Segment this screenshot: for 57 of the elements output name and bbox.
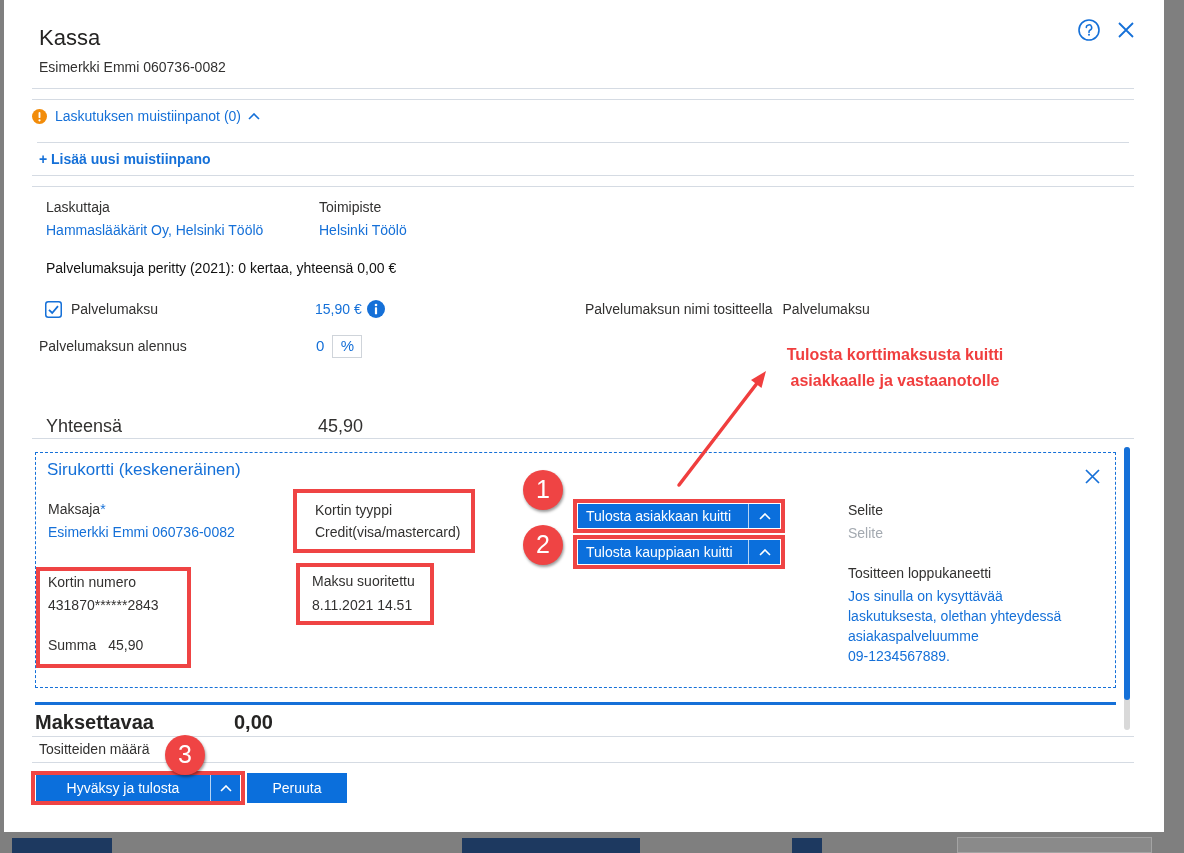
notes-toggle[interactable]: Laskutuksen muistiinpanot (0) xyxy=(55,106,260,126)
field-label: Summa xyxy=(48,636,97,655)
dropdown-button[interactable] xyxy=(748,540,780,564)
info-icon[interactable] xyxy=(366,300,385,318)
cancel-button[interactable]: Peruuta xyxy=(247,773,347,803)
field-value: Credit(visa/mastercard) xyxy=(315,523,462,542)
field-label: Palvelumaksu xyxy=(71,299,159,319)
dropdown-button[interactable] xyxy=(748,504,780,528)
description-field[interactable]: Selite xyxy=(848,522,1048,544)
approve-button[interactable]: Hyväksy ja tulosta xyxy=(36,775,210,801)
panel-title: Sirukortti (keskeneräinen) xyxy=(47,459,241,481)
amount-due-label: Maksettavaa xyxy=(35,710,155,735)
step-badge: 1 xyxy=(523,470,563,510)
field-label: Selite xyxy=(848,501,885,520)
total-label: Yhteensä xyxy=(46,415,124,438)
caret-icon xyxy=(219,784,232,792)
fee-amount: 15,90 € xyxy=(315,299,362,319)
field-link[interactable]: Hammaslääkärit Oy, Helsinki Töölö xyxy=(46,220,319,240)
field-label: Toimipiste xyxy=(319,198,383,217)
close-icon[interactable] xyxy=(1118,22,1134,38)
step-badge: 2 xyxy=(523,525,563,565)
unit-button[interactable]: % xyxy=(332,335,363,358)
fees-summary: Palvelumaksuja peritty (2021): 0 kertaa, yhteensä 0,00 € xyxy=(46,259,398,278)
total-value: 45,90 xyxy=(318,415,364,438)
annotation-note: Tulosta korttimaksusta kuitti asiakkaalle ja vastaanotolle xyxy=(785,345,1005,391)
caret-icon xyxy=(758,548,771,556)
field-value: 431870******2843 xyxy=(48,596,160,615)
amount-due-value: 0,00 xyxy=(234,710,273,735)
field-label: Palvelumaksun nimi tositteella xyxy=(585,299,773,319)
field-link[interactable]: Helsinki Töölö xyxy=(319,220,592,240)
dropdown-button[interactable] xyxy=(210,775,240,801)
dialog-title: Kassa xyxy=(39,24,102,52)
field-label: Kortin tyyppi xyxy=(315,501,394,520)
field-label: Maksaja* xyxy=(48,500,107,519)
field-label: Kortin numero xyxy=(48,573,137,592)
field-label: Maksu suoritettu xyxy=(312,572,416,591)
checkbox[interactable] xyxy=(45,300,62,318)
step-badge: 3 xyxy=(165,735,205,775)
add-note-link[interactable]: + Lisää uusi muistiinpano xyxy=(39,148,211,170)
field-label: Palvelumaksun alennus xyxy=(39,337,188,356)
field-label: Tositteen loppukaneetti xyxy=(848,564,993,583)
field-value: 8.11.2021 14.51 xyxy=(312,596,414,615)
closing-note: Jos sinulla on kysyttävää laskutuksesta, olethan yhteydessä asiakaspalveluumme 09-1234567889. xyxy=(848,587,1063,666)
receipt-count-label: Tositteiden määrä xyxy=(39,740,150,759)
caret-icon xyxy=(758,512,771,520)
print-button[interactable]: Tulosta kauppiaan kuitti xyxy=(578,540,748,564)
warning-icon xyxy=(32,108,47,124)
discount-value[interactable]: 0 xyxy=(316,335,325,358)
payer-link[interactable]: Esimerkki Emmi 060736-0082 xyxy=(48,522,293,542)
print-button[interactable]: Tulosta asiakkaan kuitti xyxy=(578,504,748,528)
field-label: Laskuttaja xyxy=(46,198,111,217)
help-icon[interactable] xyxy=(1078,19,1100,41)
dialog-subtitle: Esimerkki Emmi 060736-0082 xyxy=(39,58,226,77)
dimmed-block xyxy=(792,838,822,853)
field-value: Palvelumaksu xyxy=(782,299,870,319)
close-icon[interactable] xyxy=(1085,469,1100,484)
field-value: 45,90 xyxy=(108,636,144,655)
